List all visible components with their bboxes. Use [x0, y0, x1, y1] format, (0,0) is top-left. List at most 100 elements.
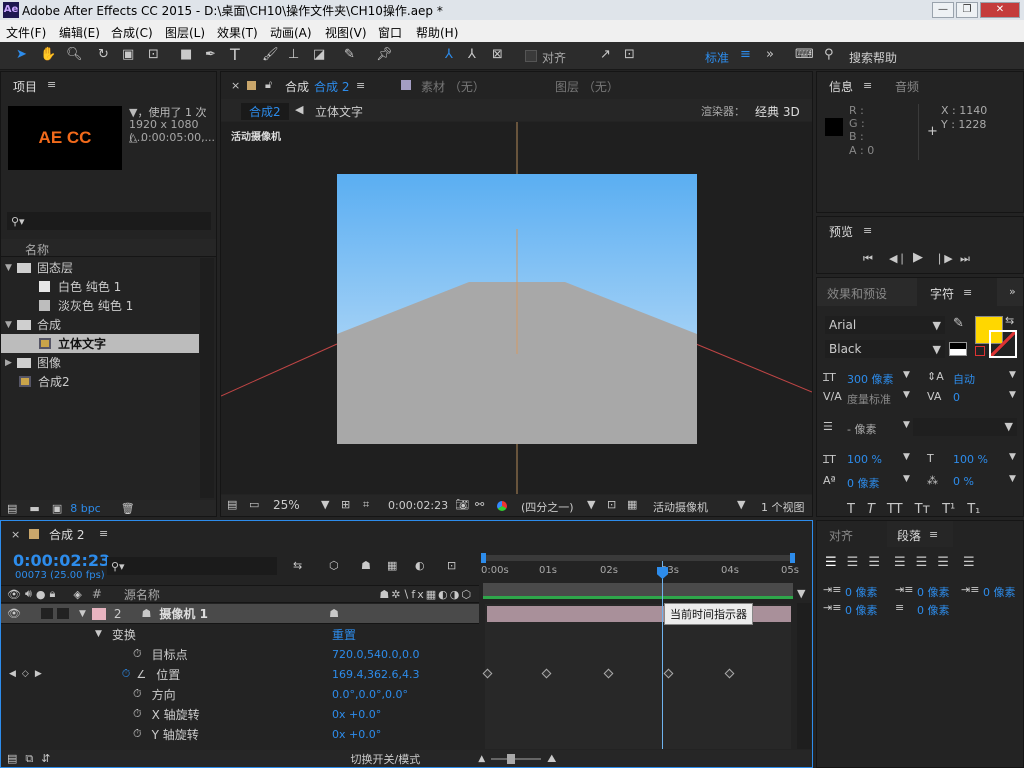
view-axis-icon[interactable]: ⊠ — [492, 47, 503, 62]
work-area-end[interactable] — [790, 553, 795, 563]
keyframe[interactable] — [663, 668, 674, 679]
shy-switch-icon[interactable]: ☗ — [329, 607, 339, 620]
table-row[interactable]: ⏱︎ 目标点 720.0,540.0,0.0 — [1, 644, 479, 664]
graph-icon[interactable]: ∠ — [136, 668, 146, 681]
info-tab[interactable]: 信息 — [829, 78, 853, 95]
expand-arrow-icon[interactable]: ▼ — [5, 320, 17, 330]
dropdown-icon[interactable]: ▼ — [1009, 474, 1016, 484]
tab-footage[interactable]: 素材 （无） — [421, 78, 485, 95]
zoom-tool-icon[interactable]: 🔍︎ — [66, 47, 83, 62]
puppet-tool-icon[interactable]: 📌︎ — [376, 47, 393, 62]
paragraph-tab[interactable]: 段落 — [897, 527, 921, 544]
current-time-indicator[interactable] — [662, 561, 663, 749]
expand-arrow-icon[interactable]: ▼ — [95, 629, 102, 639]
tsume-value[interactable]: 0 % — [953, 475, 974, 488]
rectangle-tool-icon[interactable]: ■ — [180, 47, 192, 62]
align-tab[interactable]: 对齐 — [829, 527, 853, 544]
motion-blur-icon[interactable]: ◐ — [415, 559, 425, 572]
stroke-color-swatch[interactable] — [989, 330, 1017, 358]
camera-tool-icon[interactable]: ▣ — [122, 47, 134, 62]
list-item[interactable]: ▶ 图像 — [1, 353, 199, 372]
layer-switches-icon[interactable]: ▤ — [7, 752, 17, 765]
keyframe[interactable] — [724, 668, 735, 679]
keyframe[interactable] — [482, 668, 493, 679]
delete-icon[interactable]: 🗑︎ — [121, 502, 135, 515]
col-name-header[interactable]: 名称 — [25, 241, 49, 258]
align-left-icon[interactable]: ☰ — [825, 555, 837, 570]
new-composition-icon[interactable]: ▣ — [52, 502, 62, 515]
table-row[interactable]: ⏱︎ X 轴旋转 0x +0.0° — [1, 704, 479, 724]
next-frame-icon[interactable]: ❘▶ — [935, 252, 953, 265]
preview-tab[interactable]: 预览 — [829, 223, 853, 240]
dropdown-icon[interactable]: ▼ — [1009, 390, 1016, 400]
panel-menu-icon[interactable]: ≡ — [47, 78, 56, 91]
pan-behind-tool-icon[interactable]: ⊡ — [148, 47, 159, 62]
tab-composition-name[interactable]: 合成 2 — [314, 78, 349, 95]
timeline-scrollbar[interactable] — [797, 603, 811, 749]
snap-option-icon[interactable]: ↗ — [600, 47, 611, 62]
stopwatch-active-icon[interactable]: ⏱︎ — [122, 667, 131, 681]
stopwatch-icon[interactable]: ⏱︎ — [133, 647, 142, 661]
timeline-nav-icon[interactable]: ▼ — [797, 587, 805, 600]
toggle-switches-modes[interactable]: 切换开关/模式 — [350, 751, 420, 767]
property-value[interactable]: 169.4,362.6,4.3 — [332, 668, 419, 681]
timeline-tab[interactable]: 合成 2 — [49, 526, 84, 543]
vertical-scale-value[interactable]: 100 % — [847, 453, 882, 466]
indent-right-value[interactable]: 0 像素 — [983, 584, 1016, 600]
close-button[interactable]: ✕ — [980, 2, 1020, 18]
label-color[interactable] — [56, 608, 69, 619]
faux-italic-icon[interactable]: T — [867, 502, 875, 517]
in-out-icon[interactable]: ⇵ — [41, 752, 50, 765]
horizontal-scale-value[interactable]: 100 % — [953, 453, 988, 466]
leading-value[interactable]: 自动 — [953, 371, 975, 387]
zoom-in-icon[interactable]: ⛰ — [547, 752, 556, 766]
expand-arrow-icon[interactable]: ▼ — [79, 609, 86, 619]
time-ruler[interactable]: 0:00s 01s 02s 03s 04s 05s — [481, 553, 799, 605]
rotate-tool-icon[interactable]: ↻ — [98, 47, 109, 62]
clone-stamp-tool-icon[interactable]: ⊥ — [288, 47, 299, 62]
subscript-icon[interactable]: T₁ — [967, 502, 980, 517]
zoom-slider-track[interactable] — [491, 753, 542, 764]
roto-brush-tool-icon[interactable]: ✎ — [344, 47, 355, 62]
breadcrumb-active[interactable]: 合成2 — [241, 103, 289, 120]
list-item[interactable]: 淡灰色 纯色 1 — [1, 296, 199, 315]
swap-colors-icon[interactable]: ⇆ — [1005, 314, 1014, 327]
world-axis-icon[interactable]: ⅄ — [468, 47, 476, 62]
label-color[interactable] — [40, 608, 53, 619]
font-family-select[interactable]: Arial ▼ — [825, 316, 945, 334]
transfer-controls-icon[interactable]: ⧉ — [25, 752, 33, 766]
menu-file[interactable]: 文件(F) — [6, 24, 46, 41]
new-folder-icon[interactable]: ▬ — [29, 502, 39, 515]
safe-zones-icon[interactable]: ⊞ — [341, 498, 350, 511]
comp-mini-flowchart-icon[interactable]: ⇆ — [293, 559, 302, 572]
font-size-value[interactable]: 300 像素 — [847, 371, 894, 387]
table-row[interactable]: ◀ ◇ ▶ ⏱︎ ∠ 位置 169.4,362.6,4.3 — [1, 664, 479, 684]
layer-color-label[interactable] — [91, 607, 106, 620]
dropdown-icon[interactable]: ▼ — [903, 370, 910, 380]
workspace-menu-icon[interactable]: ≡ — [740, 47, 751, 62]
dropdown-icon[interactable]: ▼ — [903, 420, 910, 430]
draft-3d-icon[interactable]: ⬡ — [329, 559, 339, 572]
menu-layer[interactable]: 图层(L) — [165, 24, 205, 41]
col-source-name-header[interactable]: 源名称 — [124, 586, 160, 603]
dropdown-icon[interactable]: ▼ — [1009, 370, 1016, 380]
comp-canvas[interactable] — [337, 174, 697, 444]
align-right-icon[interactable]: ☰ — [868, 555, 880, 570]
superscript-icon[interactable]: T¹ — [942, 502, 955, 517]
tab-layer[interactable]: 图层 （无） — [555, 78, 619, 95]
shy-layers-icon[interactable]: ☗ — [361, 559, 371, 572]
dropdown-icon[interactable]: ▼ — [1009, 452, 1016, 462]
lock-column-icon[interactable]: 🔒︎ — [50, 587, 56, 601]
last-frame-icon[interactable]: ⏭ — [960, 252, 970, 266]
snapshot-icon[interactable]: 📷︎ — [455, 498, 469, 511]
property-value[interactable]: 0.0°,0.0°,0.0° — [332, 688, 408, 701]
indent-left-value[interactable]: 0 像素 — [845, 584, 878, 600]
panel-menu-icon[interactable]: ≡ — [863, 224, 872, 237]
mask-visibility-icon[interactable]: ⌗ — [363, 498, 369, 512]
table-row[interactable]: ▼ 变换 重置 — [1, 624, 479, 644]
snap-grid-icon[interactable]: ⊡ — [624, 47, 635, 62]
all-caps-icon[interactable]: TT — [887, 502, 903, 517]
track-area[interactable] — [482, 604, 791, 749]
brush-tool-icon[interactable]: 🖌︎ — [262, 47, 279, 62]
layer-name[interactable]: 摄像机 1 — [159, 605, 208, 622]
